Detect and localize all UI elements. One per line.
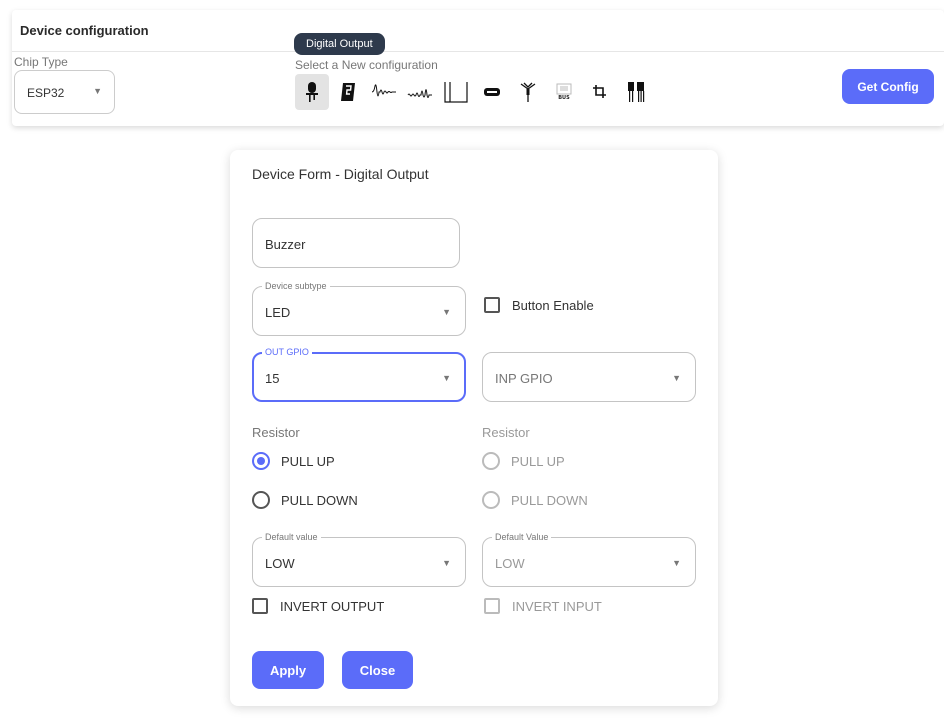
inp-gpio-placeholder: INP GPIO: [495, 371, 553, 386]
device-configuration-card: Device configuration Chip Type ESP32 ▼ D…: [12, 10, 944, 126]
device-subtype-value: LED: [265, 305, 291, 320]
pull-down-label-right: PULL DOWN: [511, 492, 588, 508]
resistor-label-left: Resistor: [252, 425, 300, 440]
radio-pull-up-left[interactable]: PULL UP: [252, 452, 335, 470]
pwm-wave-icon[interactable]: [403, 74, 437, 110]
select-configuration-label: Select a New configuration: [295, 58, 438, 72]
radio-unchecked-icon: [482, 452, 500, 470]
invert-output-checkbox[interactable]: INVERT OUTPUT: [252, 598, 384, 614]
config-tooltip: Digital Output: [294, 33, 385, 55]
checkbox-icon: [252, 598, 268, 614]
invert-input-label: INVERT INPUT: [512, 598, 602, 614]
pull-up-label-left: PULL UP: [281, 453, 335, 469]
i2c-icon[interactable]: [583, 74, 617, 110]
out-gpio-label: OUT GPIO: [262, 346, 312, 358]
close-button[interactable]: Close: [342, 651, 413, 689]
apply-button[interactable]: Apply: [252, 651, 324, 689]
chip-type-label: Chip Type: [14, 55, 68, 69]
bus-icon[interactable]: BUS: [547, 74, 581, 110]
radio-checked-icon: [252, 452, 270, 470]
antenna-icon[interactable]: [511, 74, 545, 110]
inp-gpio-select[interactable]: INP GPIO ▼: [482, 352, 696, 402]
radio-pull-down-left[interactable]: PULL DOWN: [252, 491, 358, 509]
form-title: Device Form - Digital Output: [252, 166, 429, 182]
out-gpio-value: 15: [265, 371, 280, 386]
default-value-value: LOW: [265, 556, 295, 571]
multi-pin-icon[interactable]: [619, 74, 653, 110]
pull-up-label-right: PULL UP: [511, 453, 565, 469]
display-icon[interactable]: [331, 74, 365, 110]
radio-unchecked-icon: [482, 491, 500, 509]
out-gpio-select[interactable]: OUT GPIO 15 ▼: [252, 346, 466, 402]
digital-output-icon[interactable]: [295, 74, 329, 110]
get-config-button[interactable]: Get Config: [842, 69, 934, 104]
chip-type-select[interactable]: ESP32 ▼: [14, 70, 115, 114]
chip-type-value: ESP32: [27, 86, 65, 100]
default-value-right-select[interactable]: Default Value LOW ▼: [482, 531, 696, 587]
led-strip-icon[interactable]: [475, 74, 509, 110]
checkbox-icon: [484, 598, 500, 614]
chevron-down-icon: ▼: [672, 373, 681, 383]
config-header: Device configuration: [12, 10, 944, 52]
chevron-down-icon: ▼: [442, 558, 451, 568]
svg-text:BUS: BUS: [558, 95, 570, 101]
configuration-icon-row: BUS: [295, 74, 655, 110]
page-title: Device configuration: [20, 23, 149, 38]
chevron-down-icon: ▼: [442, 307, 451, 317]
radio-pull-down-right[interactable]: PULL DOWN: [482, 491, 588, 509]
device-name-field[interactable]: Buzzer: [252, 218, 460, 268]
radio-unchecked-icon: [252, 491, 270, 509]
device-name-value: Buzzer: [265, 237, 306, 252]
radio-pull-up-right[interactable]: PULL UP: [482, 452, 565, 470]
default-value-label: Default value: [262, 531, 321, 543]
pulse-icon[interactable]: [439, 74, 473, 110]
resistor-label-right: Resistor: [482, 425, 530, 440]
pull-down-label-left: PULL DOWN: [281, 492, 358, 508]
device-subtype-select[interactable]: Device subtype LED ▼: [252, 280, 466, 336]
invert-input-checkbox[interactable]: INVERT INPUT: [484, 598, 602, 614]
invert-output-label: INVERT OUTPUT: [280, 598, 385, 614]
default-value-right-value: LOW: [495, 556, 525, 571]
button-enable-label: Button Enable: [512, 297, 594, 313]
chevron-down-icon: ▼: [442, 373, 451, 383]
device-subtype-label: Device subtype: [262, 280, 330, 292]
default-value-right-label: Default Value: [492, 531, 552, 543]
analog-wave-icon[interactable]: [367, 74, 401, 110]
device-form-card: Device Form - Digital Output Buzzer Devi…: [230, 150, 718, 706]
button-enable-checkbox[interactable]: Button Enable: [484, 297, 594, 313]
chevron-down-icon: ▼: [672, 558, 681, 568]
default-value-select[interactable]: Default value LOW ▼: [252, 531, 466, 587]
chevron-down-icon: ▼: [93, 86, 102, 96]
checkbox-icon: [484, 297, 500, 313]
